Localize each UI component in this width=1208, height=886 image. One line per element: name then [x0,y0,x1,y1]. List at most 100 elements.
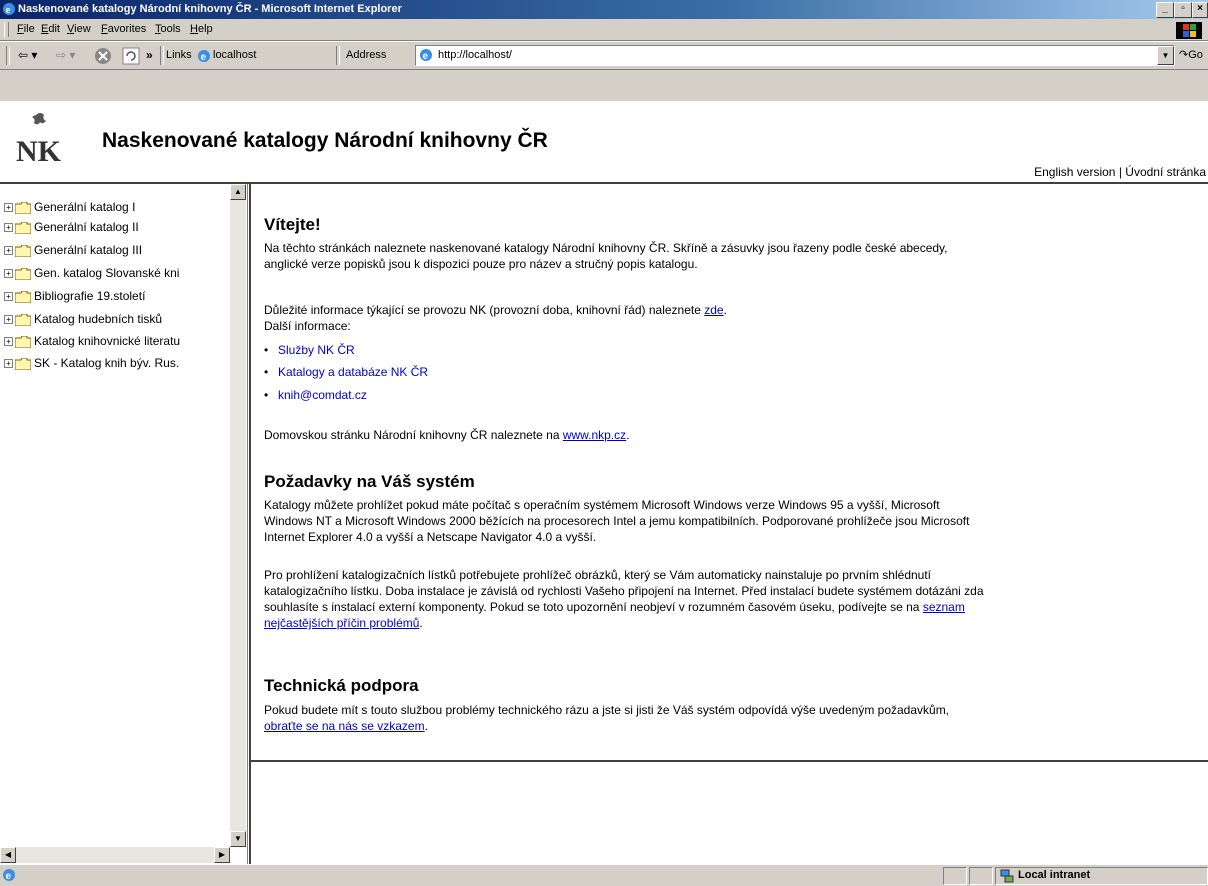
address-input[interactable]: http://localhost/ [438,46,512,65]
menu-bar: File Edit View Favorites Tools Help [0,19,1208,41]
toolbar: ⇦ ▾ ⇨ ▾ » Links e localhost Address e ht… [0,41,1208,70]
forward-icon[interactable]: ⇨ ▾ [56,46,75,64]
tree-item[interactable]: + Generální katalog II [4,218,232,236]
svg-text:e: e [423,51,429,62]
address-bar[interactable]: e http://localhost/ ▼ [415,45,1175,66]
tree-item-label[interactable]: Generální katalog III [34,243,142,257]
catalogs-link[interactable]: Katalogy a databáze NK ČR [278,365,428,379]
tree-item[interactable]: + Generální katalog I [4,198,232,216]
status-panel [943,867,967,885]
zone-label: Local intranet [1018,869,1091,881]
status-panel [969,867,993,885]
expand-icon[interactable]: + [4,203,13,213]
scroll-up-icon[interactable]: ▲ [230,184,246,200]
problems-link[interactable]: seznam [923,600,965,614]
windows-flag-icon [1176,22,1202,39]
nkp-link[interactable]: www.nkp.cz [563,428,626,442]
viewer-line: Pro prohlížení katalogizačních lístků po… [264,568,932,582]
tree-item-label[interactable]: Generální katalog I [34,200,135,214]
links-label[interactable]: Links [166,46,192,64]
menu-view[interactable]: View [67,23,91,35]
tree-item[interactable]: + SK - Katalog knih býv. Rus. [4,354,232,372]
stop-icon[interactable] [94,47,112,65]
tree-vertical-scrollbar[interactable]: ▲ ▼ [230,184,246,847]
intro-line: anglické verze popisků jsou k dispozici … [264,257,698,271]
site-header: NK Naskenované katalogy Národní knihovny… [0,101,1208,183]
scroll-right-icon[interactable]: ▶ [214,847,230,863]
menu-tools[interactable]: Tools [155,23,181,35]
requirements-line: Windows NT a Microsoft Windows 2000 běží… [264,514,970,528]
tree-item-label[interactable]: Bibliografie 19.století [34,289,145,303]
requirements-line: Katalogy můžete prohlížet pokud máte poč… [264,498,940,512]
tree-item[interactable]: + Bibliografie 19.století [4,287,232,305]
tree-item-label[interactable]: SK - Katalog knih býv. Rus. [34,356,179,370]
content-box: Vítejte! Na těchto stránkách naleznete n… [251,184,1208,762]
go-label: Go [1188,49,1203,61]
minimize-button[interactable]: _ [1156,2,1174,18]
ie-window: e Naskenované katalogy Národní knihovny … [0,0,1208,886]
english-version-link[interactable]: English version [1034,165,1115,179]
viewer-line: souhlasíte s instalací externí komponent… [264,600,923,614]
expand-icon[interactable]: + [4,223,13,233]
close-button[interactable]: × [1192,2,1208,18]
page-viewport: NK Naskenované katalogy Národní knihovny… [0,101,1208,864]
info-suffix: . [723,303,727,317]
tree-horizontal-scrollbar[interactable]: ◀ ▶ [0,847,230,863]
expand-icon[interactable]: + [4,292,13,302]
nk-logo: NK [16,113,62,165]
localhost-link-icon: e [198,50,210,63]
list-item: knih@comdat.cz [264,387,367,403]
homepage-text: Domovskou stránku Národní knihovny ČR na… [264,427,1204,443]
viewer-line: katalogizačního lístku. Doba instalace j… [264,584,984,598]
menu-edit[interactable]: Edit [41,23,60,35]
catalog-tree-frame: + Generální katalog I + Generální katalog … [0,184,248,864]
intro-line: Na těchto stránkách naleznete naskenovan… [264,241,948,255]
expand-icon[interactable]: + [4,315,13,325]
services-link[interactable]: Služby NK ČR [278,343,355,357]
scroll-down-icon[interactable]: ▼ [230,831,246,847]
tree-item-label[interactable]: Katalog knihovnické literatu [34,334,180,348]
expand-icon[interactable]: + [4,269,13,279]
folder-icon [15,221,31,234]
maximize-button[interactable]: ▫ [1174,2,1192,18]
contact-link[interactable]: obraťte se na nás se vzkazem [264,719,425,733]
svg-text:e: e [201,52,207,63]
address-dropdown-icon[interactable]: ▼ [1157,46,1174,65]
tree-item[interactable]: + Generální katalog III [4,241,232,259]
email-link[interactable]: knih@comdat.cz [278,388,367,402]
localhost-link[interactable]: localhost [213,46,256,64]
requirements-text: Katalogy můžete prohlížet pokud máte poč… [264,497,1204,545]
menu-favorites[interactable]: Favorites [101,23,146,35]
title-bar: e Naskenované katalogy Národní knihovny … [0,0,1208,19]
tree-item-label[interactable]: Generální katalog II [34,220,139,234]
tree-item[interactable]: + Katalog knihovnické literatu [4,332,232,350]
tree-item-label[interactable]: Gen. katalog Slovanské kni [34,266,179,280]
support-suffix: . [424,719,428,733]
menu-file[interactable]: File [17,23,35,35]
zone-panel: Local intranet [995,867,1208,885]
svg-text:e: e [6,871,12,882]
more-info-label: Další informace: [264,319,351,333]
home-page-link[interactable]: Úvodní stránka [1125,165,1206,179]
expand-icon[interactable]: + [4,359,13,369]
back-icon[interactable]: ⇦ ▾ [18,46,37,64]
tree-item[interactable]: + Katalog hudebních tisků [4,310,232,328]
toolbar-separator [336,46,340,65]
scroll-left-icon[interactable]: ◀ [0,847,16,863]
folder-icon [15,335,31,348]
expand-icon[interactable]: + [4,337,13,347]
expand-icon[interactable]: + [4,246,13,256]
go-button[interactable]: ↷Go [1179,46,1203,64]
tree-item[interactable]: + Gen. katalog Slovanské kni [4,264,232,282]
viewer-text: Pro prohlížení katalogizačních lístků po… [264,567,1204,631]
folder-icon [15,244,31,257]
content-frame: Vítejte! Na těchto stránkách naleznete n… [249,184,1208,864]
info-here-link[interactable]: zde [704,303,723,317]
toolbar-chevron-icon[interactable]: » [146,46,153,64]
refresh-icon[interactable] [122,47,140,65]
problems-link-continued[interactable]: nejčastějších příčin problémů [264,616,419,630]
status-bar: e Local intranet [0,864,1208,886]
tree-item-label[interactable]: Katalog hudebních tisků [34,312,162,326]
menu-help[interactable]: Help [190,23,213,35]
requirements-heading: Požadavky na Váš systém [264,473,1204,490]
